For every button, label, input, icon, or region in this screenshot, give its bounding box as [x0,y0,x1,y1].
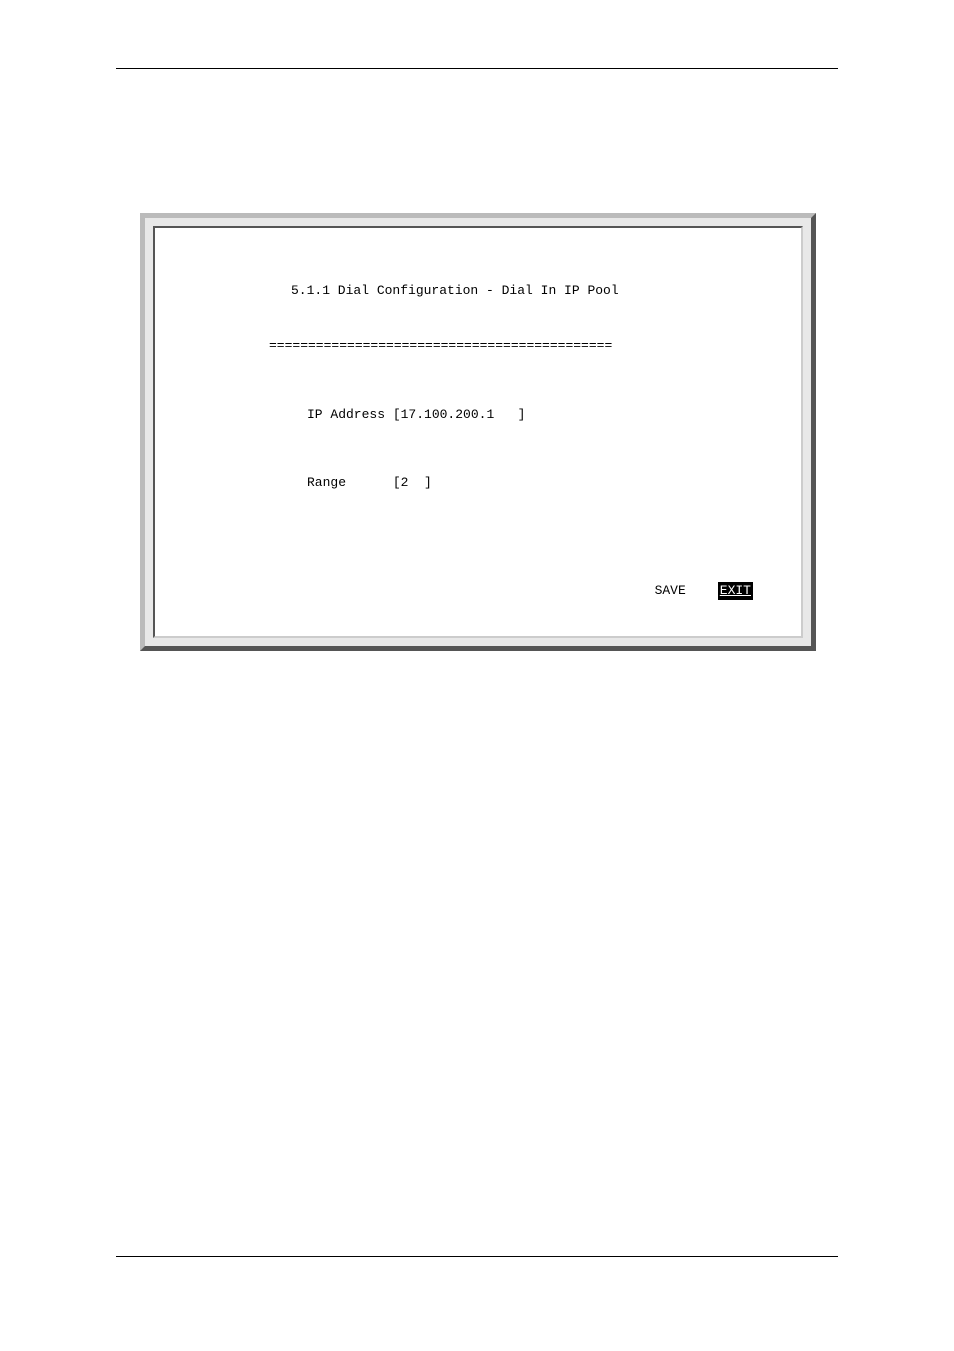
range-row: Range [2 ] [307,474,777,492]
action-bar: SAVE EXIT [608,563,753,618]
terminal-content: 5.1.1 Dial Configuration - Dial In IP Po… [153,226,803,638]
ip-address-field[interactable]: 17.100.200.1 [401,407,495,422]
save-button[interactable]: SAVE [655,583,686,598]
range-field[interactable]: 2 [401,475,409,490]
ip-address-label: IP Address [307,407,385,422]
page-bottom-rule [116,1256,838,1257]
range-label: Range [307,475,346,490]
page-top-rule [116,68,838,69]
terminal-window: 5.1.1 Dial Configuration - Dial In IP Po… [140,213,816,651]
dialog-divider: ========================================… [269,337,777,355]
ip-address-row: IP Address [17.100.200.1 ] [307,406,777,424]
exit-button[interactable]: EXIT [718,582,753,600]
dialog-title: 5.1.1 Dial Configuration - Dial In IP Po… [291,282,777,300]
